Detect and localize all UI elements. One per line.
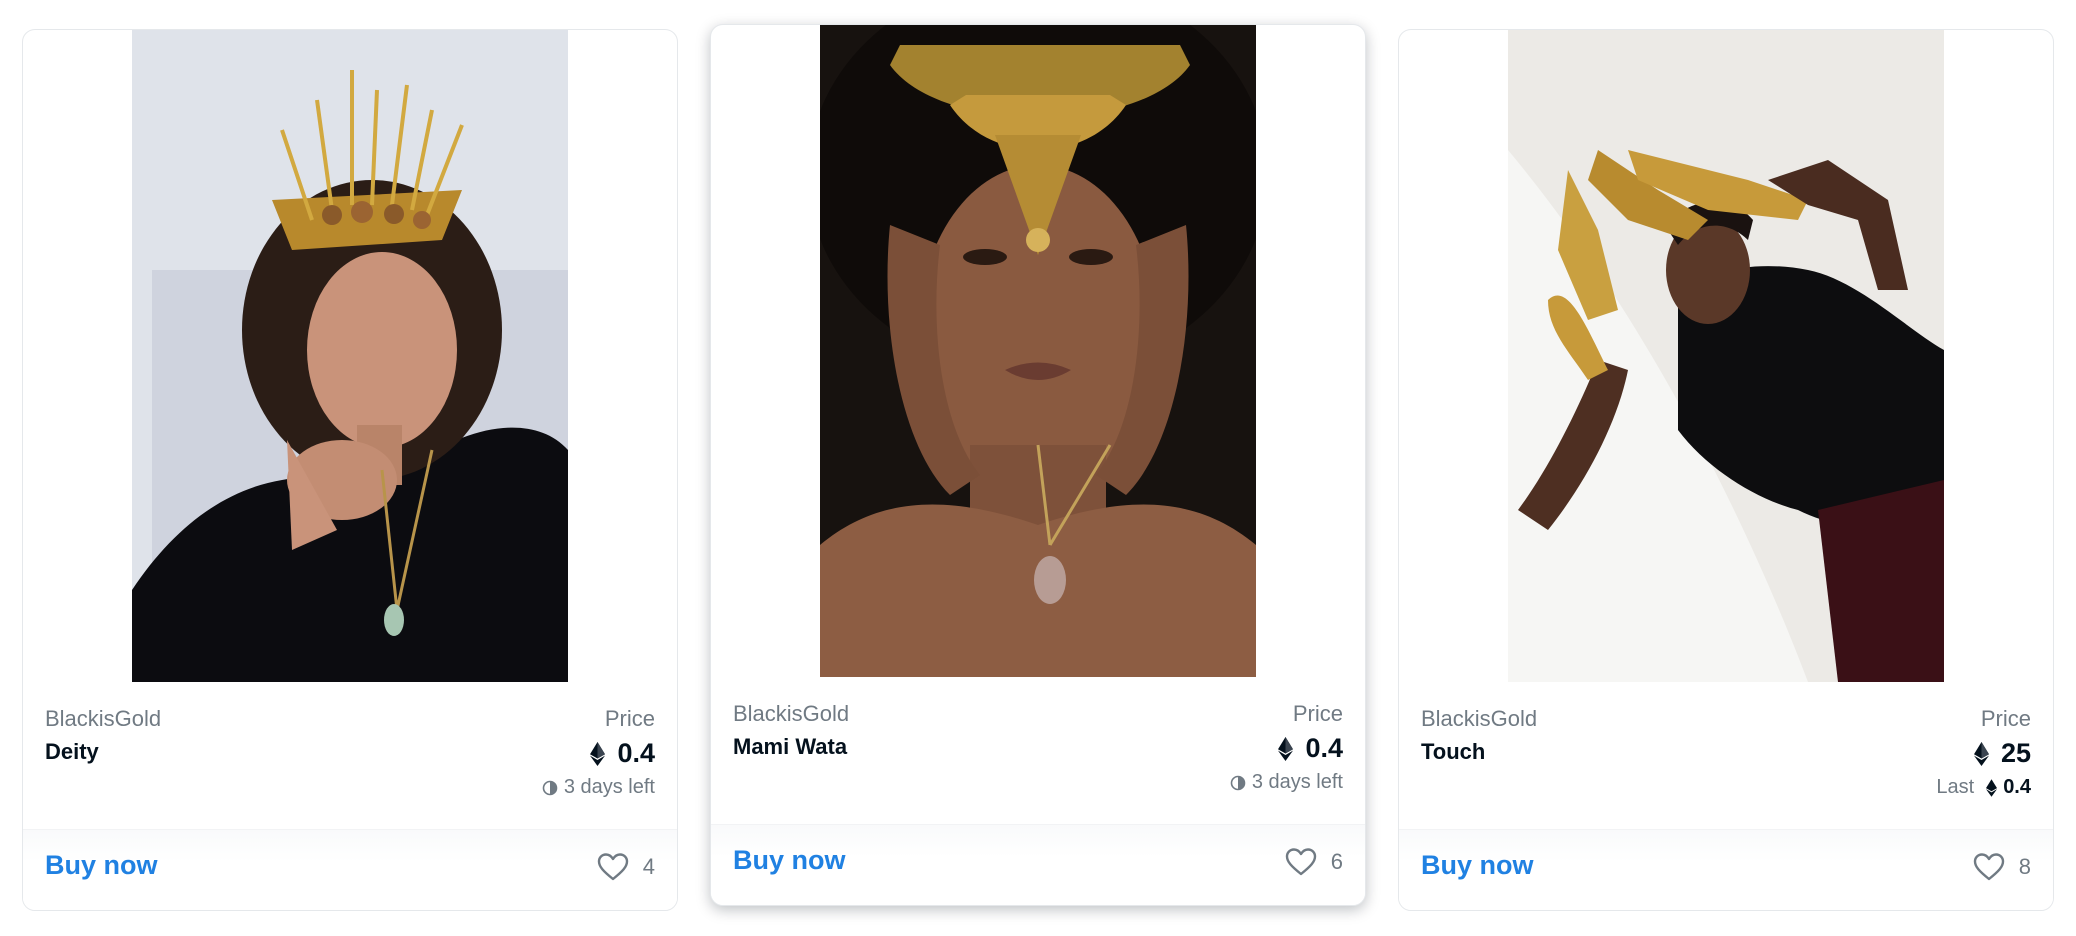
last-sale-price: 0.4 [2003,776,2031,798]
collection-name[interactable]: BlackisGold [1421,706,1537,732]
asset-card-mami-wata[interactable]: BlackisGold Mami Wata Price 0.4 3 days l… [710,24,1366,906]
heart-icon[interactable] [1285,847,1317,877]
price-label: Price [1292,701,1343,726]
heart-icon[interactable] [1973,852,2005,882]
price-amount: 25 [2000,738,2031,768]
clock-icon [1230,775,1246,790]
asset-card-deity[interactable]: BlackisGold Deity Price 0.4 3 days left [22,29,678,911]
ethereum-icon [1973,741,1989,766]
asset-image-container[interactable] [711,25,1365,681]
favorite-count: 6 [1330,849,1343,874]
favorite-control[interactable]: 4 [597,852,655,882]
heart-icon[interactable] [597,852,629,882]
ethereum-icon [1986,778,1998,797]
favorite-control[interactable]: 8 [1973,852,2031,882]
asset-image-container[interactable] [23,30,677,686]
collection-name[interactable]: BlackisGold [45,706,161,732]
asset-info: BlackisGold Touch Price 25 Last 0.4 [1421,706,2031,816]
buy-now-button[interactable]: Buy now [45,850,158,881]
asset-info: BlackisGold Deity Price 0.4 3 days left [45,706,655,816]
price-value: 0.4 [1278,733,1343,764]
buy-now-button[interactable]: Buy now [733,845,846,876]
time-left: 3 days left [542,776,655,799]
time-left-text: 3 days left [563,776,655,798]
asset-name[interactable]: Deity [45,739,99,765]
time-left: 3 days left [1230,771,1343,794]
price-value: 25 [1973,738,2031,769]
asset-card-touch[interactable]: BlackisGold Touch Price 25 Last 0.4 Buy … [1398,29,2054,911]
time-left-text: 3 days left [1251,771,1343,793]
ethereum-icon [1278,736,1294,761]
asset-name[interactable]: Mami Wata [733,734,847,760]
last-sale-label: Last [1936,776,1975,798]
favorite-control[interactable]: 6 [1285,847,1343,877]
card-footer: Buy now 8 [1399,829,2053,910]
favorite-count: 8 [2018,854,2031,879]
asset-grid: BlackisGold Deity Price 0.4 3 days left [0,0,2076,936]
asset-info: BlackisGold Mami Wata Price 0.4 3 days l… [733,701,1343,811]
card-footer: Buy now 4 [23,829,677,910]
asset-image[interactable] [820,25,1256,677]
asset-image[interactable] [132,30,568,682]
card-footer: Buy now 6 [711,824,1365,905]
favorite-count: 4 [642,854,655,879]
price-label: Price [1980,706,2031,731]
clock-icon [542,780,558,795]
collection-name[interactable]: BlackisGold [733,701,849,727]
price-label: Price [604,706,655,731]
asset-image-container[interactable] [1399,30,2053,686]
buy-now-button[interactable]: Buy now [1421,850,1534,881]
last-sale: Last 0.4 [1936,776,2031,799]
asset-image[interactable] [1508,30,1944,682]
price-amount: 0.4 [617,738,655,768]
asset-name[interactable]: Touch [1421,739,1485,765]
price-value: 0.4 [590,738,655,769]
price-amount: 0.4 [1305,733,1343,763]
ethereum-icon [590,741,606,766]
